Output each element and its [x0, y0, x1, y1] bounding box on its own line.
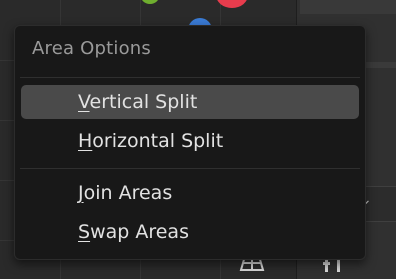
- mnemonic-letter: V: [78, 91, 90, 113]
- menu-item-label: Swap Areas: [78, 221, 189, 243]
- menu-item-vertical-split[interactable]: Vertical Split: [21, 85, 359, 119]
- area-options-menu: Area Options Vertical Split Horizontal S…: [14, 25, 366, 260]
- menu-title: Area Options: [32, 38, 151, 59]
- mnemonic-letter: S: [78, 221, 91, 243]
- menu-item-swap-areas[interactable]: Swap Areas: [21, 215, 359, 249]
- menu-item-label: Join Areas: [78, 182, 172, 204]
- label-rest: ertical Split: [89, 91, 198, 113]
- label-rest: orizontal Split: [92, 130, 224, 152]
- menu-separator: [20, 168, 360, 169]
- properties-header: [300, 0, 396, 14]
- label-rest: wap Areas: [90, 221, 189, 243]
- menu-item-horizontal-split[interactable]: Horizontal Split: [21, 124, 359, 158]
- gizmo-y-axis-icon[interactable]: [140, 0, 160, 4]
- menu-separator: [20, 77, 360, 78]
- label-rest: oin Areas: [83, 182, 173, 204]
- menu-item-label: Horizontal Split: [78, 130, 223, 152]
- menu-item-label: Vertical Split: [78, 91, 197, 113]
- mnemonic-letter: H: [78, 130, 93, 152]
- menu-item-join-areas[interactable]: Join Areas: [21, 176, 359, 210]
